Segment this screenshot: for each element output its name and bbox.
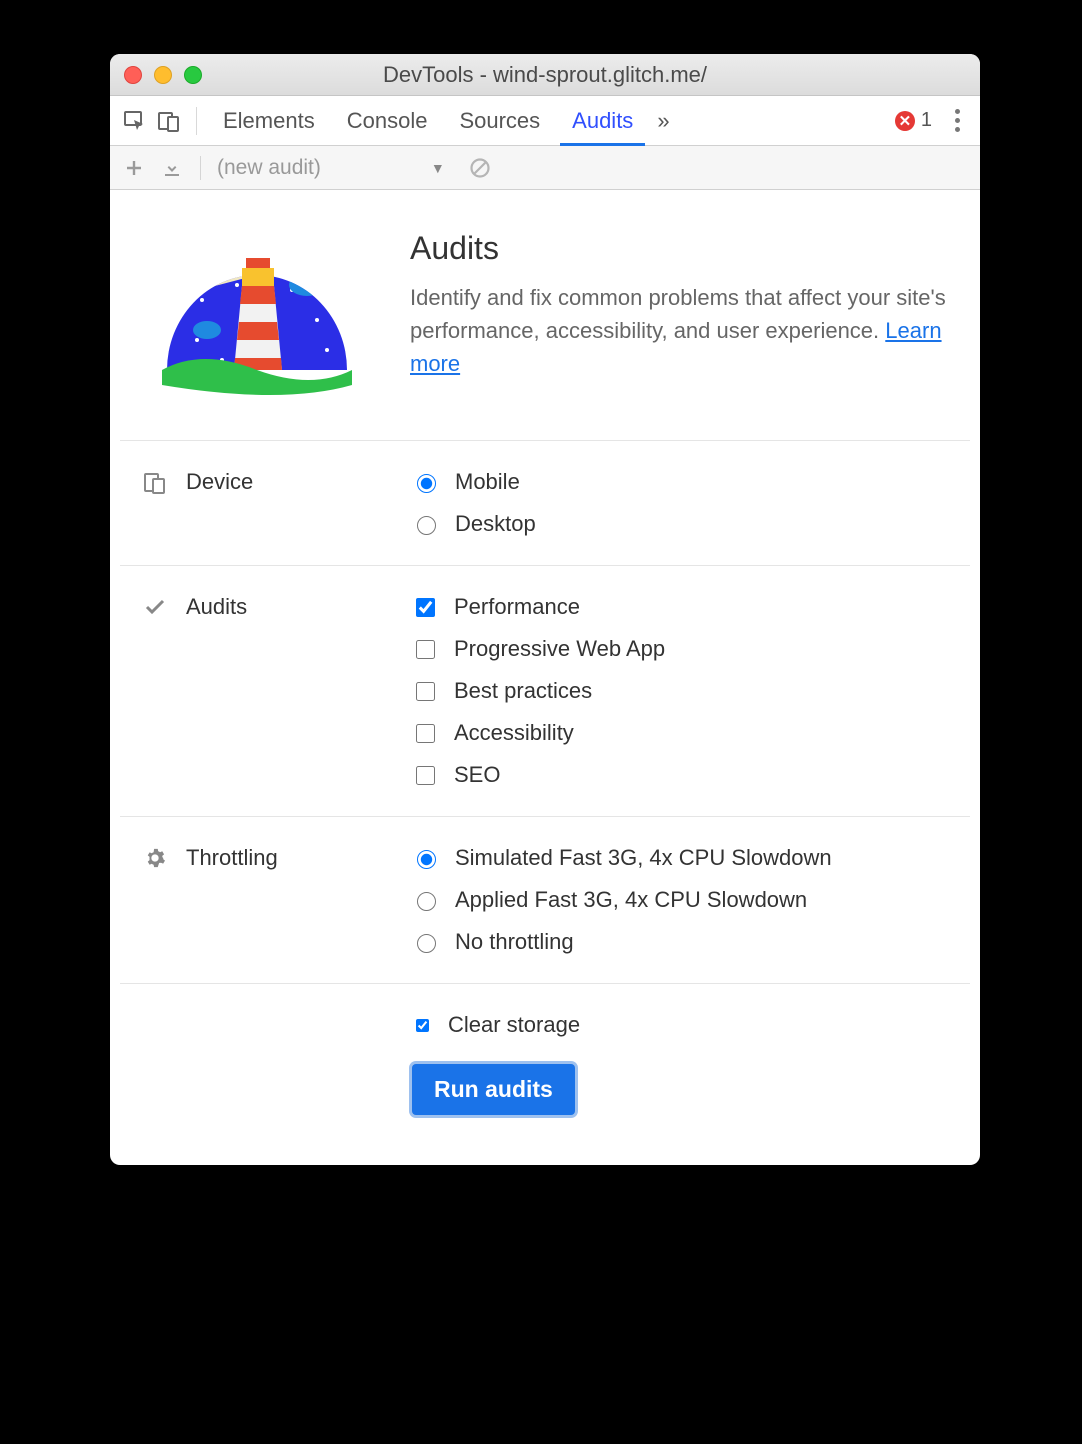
- radio-input[interactable]: [417, 892, 436, 911]
- option-label: No throttling: [455, 929, 574, 955]
- checkbox-input[interactable]: [416, 724, 435, 743]
- download-icon[interactable]: [156, 152, 188, 184]
- radio-input[interactable]: [417, 850, 436, 869]
- checkbox-best-practices[interactable]: Best practices: [412, 678, 948, 704]
- checkbox-input[interactable]: [416, 598, 435, 617]
- throttling-label: Throttling: [186, 845, 278, 871]
- page-title: Audits: [410, 230, 948, 267]
- option-label: SEO: [454, 762, 500, 788]
- checkbox-input[interactable]: [416, 640, 435, 659]
- radio-input[interactable]: [417, 934, 436, 953]
- clear-icon[interactable]: [469, 157, 491, 179]
- tab-audits[interactable]: Audits: [556, 96, 649, 145]
- check-icon: [142, 596, 168, 618]
- checkbox-input[interactable]: [416, 1019, 429, 1032]
- option-label: Simulated Fast 3G, 4x CPU Slowdown: [455, 845, 832, 871]
- error-count-value: 1: [921, 109, 932, 132]
- more-menu-icon[interactable]: [942, 109, 972, 132]
- checkbox-input[interactable]: [416, 682, 435, 701]
- device-icon: [142, 471, 168, 495]
- radio-throttling-simulated[interactable]: Simulated Fast 3G, 4x CPU Slowdown: [412, 845, 948, 871]
- titlebar: DevTools - wind-sprout.glitch.me/: [110, 54, 980, 96]
- radio-input[interactable]: [417, 474, 436, 493]
- window-title: DevTools - wind-sprout.glitch.me/: [110, 62, 980, 88]
- tabs-overflow-icon[interactable]: »: [649, 96, 677, 145]
- checkbox-seo[interactable]: SEO: [412, 762, 948, 788]
- error-icon: ✕: [895, 111, 915, 131]
- audits-header: Audits Identify and fix common problems …: [120, 230, 970, 440]
- window-controls: [124, 66, 202, 84]
- lighthouse-illustration: [142, 230, 372, 400]
- audits-toolbar: (new audit) ▼: [110, 146, 980, 190]
- option-label: Accessibility: [454, 720, 574, 746]
- option-label: Performance: [454, 594, 580, 620]
- checkbox-clear-storage[interactable]: Clear storage: [412, 1012, 948, 1038]
- audits-panel: Audits Identify and fix common problems …: [110, 190, 980, 1165]
- tab-elements[interactable]: Elements: [207, 96, 331, 145]
- checkbox-pwa[interactable]: Progressive Web App: [412, 636, 948, 662]
- run-audits-button[interactable]: Run audits: [412, 1064, 575, 1115]
- maximize-window-button[interactable]: [184, 66, 202, 84]
- audit-report-selector[interactable]: (new audit) ▼: [217, 156, 445, 180]
- device-section: Device Mobile Desktop: [120, 440, 970, 565]
- separator: [200, 156, 201, 180]
- audits-label: Audits: [186, 594, 247, 620]
- chevron-down-icon: ▼: [431, 160, 445, 176]
- option-label: Best practices: [454, 678, 592, 704]
- new-audit-icon[interactable]: [118, 152, 150, 184]
- error-count[interactable]: ✕ 1: [895, 109, 932, 132]
- radio-device-mobile[interactable]: Mobile: [412, 469, 948, 495]
- radio-input[interactable]: [417, 516, 436, 535]
- tab-console[interactable]: Console: [331, 96, 444, 145]
- gear-icon: [142, 847, 168, 869]
- action-section: Clear storage Run audits: [120, 983, 970, 1115]
- device-label: Device: [186, 469, 253, 495]
- radio-throttling-applied[interactable]: Applied Fast 3G, 4x CPU Slowdown: [412, 887, 948, 913]
- checkbox-performance[interactable]: Performance: [412, 594, 948, 620]
- radio-device-desktop[interactable]: Desktop: [412, 511, 948, 537]
- page-description: Identify and fix common problems that af…: [410, 281, 948, 380]
- checkbox-input[interactable]: [416, 766, 435, 785]
- checkbox-accessibility[interactable]: Accessibility: [412, 720, 948, 746]
- option-label: Clear storage: [448, 1012, 580, 1038]
- inspect-element-icon[interactable]: [118, 104, 152, 138]
- option-label: Mobile: [455, 469, 520, 495]
- option-label: Applied Fast 3G, 4x CPU Slowdown: [455, 887, 807, 913]
- close-window-button[interactable]: [124, 66, 142, 84]
- throttling-section: Throttling Simulated Fast 3G, 4x CPU Slo…: [120, 816, 970, 983]
- radio-throttling-none[interactable]: No throttling: [412, 929, 948, 955]
- option-label: Progressive Web App: [454, 636, 665, 662]
- minimize-window-button[interactable]: [154, 66, 172, 84]
- tab-sources[interactable]: Sources: [443, 96, 556, 145]
- tabs-row: Elements Console Sources Audits » ✕ 1: [110, 96, 980, 146]
- device-toolbar-icon[interactable]: [152, 104, 186, 138]
- option-label: Desktop: [455, 511, 536, 537]
- audit-selector-label: (new audit): [217, 156, 321, 180]
- audits-section: Audits Performance Progressive Web App B…: [120, 565, 970, 816]
- separator: [196, 107, 197, 135]
- devtools-window: DevTools - wind-sprout.glitch.me/ Elemen…: [110, 54, 980, 1165]
